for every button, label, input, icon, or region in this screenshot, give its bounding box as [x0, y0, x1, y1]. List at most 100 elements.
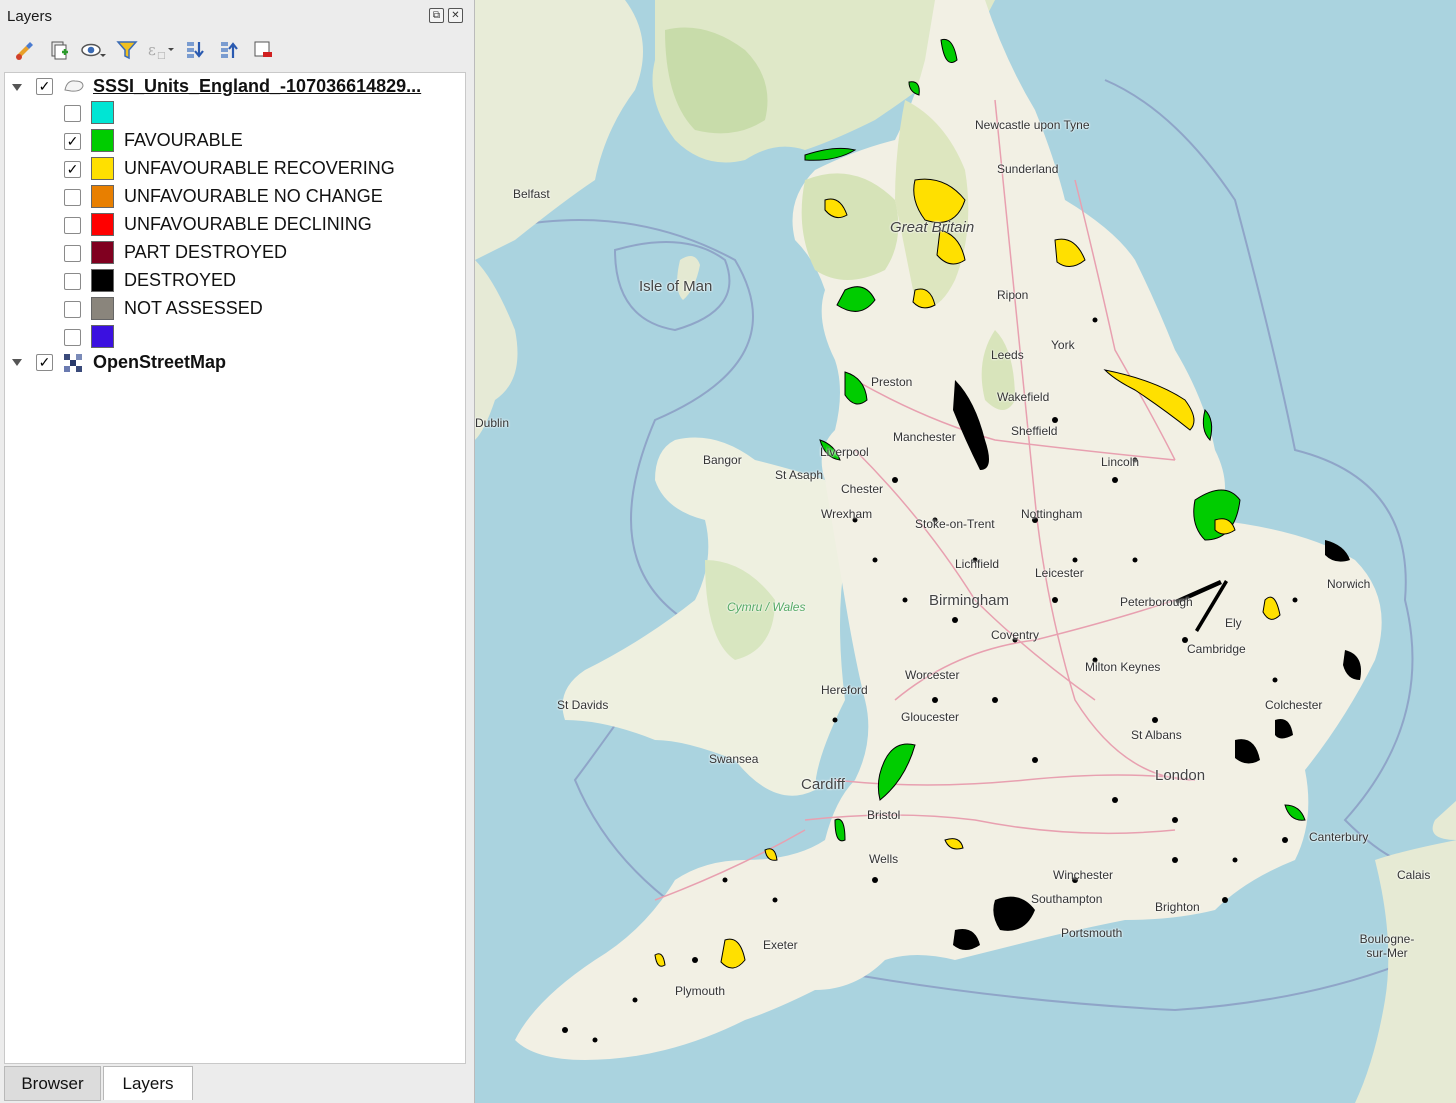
map-place-label: Sunderland — [997, 162, 1059, 176]
legend-swatch — [91, 325, 114, 348]
close-icon[interactable]: ✕ — [448, 8, 463, 23]
dock-tabs: Browser Layers — [0, 1064, 470, 1103]
map-place-label: Cymru / Wales — [727, 600, 806, 614]
layers-panel: Layers ⧉ ✕ ε □ ✓ SSSI_Units_England_-107… — [0, 0, 470, 1103]
layer-tree: ✓ SSSI_Units_England_-107036614829... ✓ … — [4, 72, 466, 1064]
map-place-label: Chester — [841, 482, 884, 496]
legend-label: DESTROYED — [124, 270, 237, 290]
remove-layer-icon[interactable] — [246, 36, 280, 64]
legend-checkbox[interactable] — [64, 105, 81, 122]
map-place-label: Coventry — [991, 628, 1040, 642]
legend-checkbox[interactable] — [64, 217, 81, 234]
map-place-label: Milton Keynes — [1085, 660, 1161, 674]
collapse-arrow-icon[interactable] — [12, 84, 22, 91]
map-place-label: Swansea — [709, 752, 759, 766]
legend-label: PART DESTROYED — [124, 242, 288, 262]
map-place-label: Cambridge — [1187, 642, 1246, 656]
legend-label: UNFAVOURABLE RECOVERING — [124, 158, 395, 178]
legend-checkbox[interactable] — [64, 329, 81, 346]
layers-toolbar: ε □ — [8, 36, 280, 64]
legend-checkbox[interactable] — [64, 245, 81, 262]
legend-label: UNFAVOURABLE NO CHANGE — [124, 186, 383, 206]
map-place-label: Nottingham — [1021, 507, 1083, 521]
map-place-label: Stoke-on-Trent — [915, 517, 995, 531]
filter-funnel-icon[interactable] — [110, 36, 144, 64]
legend-checkbox[interactable] — [64, 273, 81, 290]
map-place-label: Bangor — [703, 453, 742, 467]
map-place-label: Boulogne-sur-Mer — [1359, 932, 1415, 960]
legend-checkbox[interactable]: ✓ — [64, 161, 81, 178]
map-place-label: Manchester — [893, 430, 956, 444]
raster-layer-icon — [64, 354, 82, 377]
map-place-label: Birmingham — [929, 592, 1010, 609]
map-place-label: Newcastle upon Tyne — [975, 118, 1090, 132]
map-place-label: Wakefield — [997, 390, 1050, 404]
add-group-icon[interactable] — [42, 36, 76, 64]
legend-swatch — [91, 213, 114, 236]
map-place-label: Hereford — [821, 683, 868, 697]
layer-visibility-checkbox[interactable]: ✓ — [36, 354, 53, 371]
map-place-label: Belfast — [513, 187, 550, 201]
map-place-label: Winchester — [1053, 868, 1114, 882]
map-place-label: Southampton — [1031, 892, 1103, 906]
legend-checkbox[interactable] — [64, 301, 81, 318]
map-place-label: London — [1155, 767, 1206, 784]
tab-layers[interactable]: Layers — [103, 1066, 193, 1100]
legend-checkbox[interactable]: ✓ — [64, 133, 81, 150]
map-place-label: St Asaph — [775, 468, 824, 482]
map-place-label: Isle of Man — [639, 278, 713, 295]
legend-swatch — [91, 129, 114, 152]
panel-title: Layers — [7, 8, 53, 25]
map-place-label: Wrexham — [821, 507, 873, 521]
map-place-label: Peterborough — [1120, 595, 1193, 609]
float-icon[interactable]: ⧉ — [429, 8, 444, 23]
map-place-label: Norwich — [1327, 577, 1371, 591]
collapse-arrow-icon[interactable] — [12, 359, 22, 366]
legend-checkbox[interactable] — [64, 189, 81, 206]
map-place-label: Dublin — [475, 416, 510, 430]
layer-visibility-checkbox[interactable]: ✓ — [36, 78, 53, 95]
map-place-label: St Albans — [1131, 728, 1182, 742]
legend-swatch — [91, 185, 114, 208]
collapse-all-icon[interactable] — [212, 36, 246, 64]
map-place-label: Ely — [1225, 616, 1242, 630]
visibility-eye-icon[interactable] — [76, 36, 110, 64]
map-place-label: Portsmouth — [1061, 926, 1123, 940]
polygon-layer-icon — [63, 78, 85, 99]
map-place-label: Canterbury — [1309, 830, 1369, 844]
map-place-label: Exeter — [763, 938, 798, 952]
legend-swatch — [91, 157, 114, 180]
map-place-label: Ripon — [997, 288, 1029, 302]
legend-swatch — [91, 101, 114, 124]
legend-label: UNFAVOURABLE DECLINING — [124, 214, 372, 234]
map-place-label: Leeds — [991, 348, 1024, 362]
expression-filter-icon[interactable]: ε □ — [144, 36, 178, 64]
tab-browser[interactable]: Browser — [4, 1066, 101, 1101]
map-place-label: Liverpool — [820, 445, 869, 459]
legend-swatch — [91, 269, 114, 292]
map-place-label: Plymouth — [675, 984, 726, 998]
map-place-label: Preston — [871, 375, 913, 389]
svg-text:□: □ — [157, 51, 166, 61]
map-place-label: Worcester — [905, 668, 960, 682]
map-place-label: Gloucester — [901, 710, 960, 724]
map-svg — [475, 0, 1456, 1103]
map-place-label: Great Britain — [890, 219, 975, 236]
map-place-label: Lincoln — [1101, 455, 1140, 469]
map-place-label: St Davids — [557, 698, 609, 712]
map-place-label: Lichfield — [955, 557, 1000, 571]
map-place-label: Calais — [1397, 868, 1431, 882]
legend-swatch — [91, 297, 114, 320]
map-place-label: Bristol — [867, 808, 901, 822]
layer-name[interactable]: SSSI_Units_England_-107036614829... — [93, 76, 421, 97]
map-canvas[interactable]: Newcastle upon Tyne Sunderland Belfast I… — [474, 0, 1456, 1103]
map-place-label: Wells — [869, 852, 899, 866]
layer-name[interactable]: OpenStreetMap — [93, 352, 226, 373]
style-paint-icon[interactable] — [8, 36, 42, 64]
expand-all-icon[interactable] — [178, 36, 212, 64]
map-place-label: Leicester — [1035, 566, 1084, 580]
legend-swatch — [91, 241, 114, 264]
svg-text:ε: ε — [148, 41, 156, 59]
map-place-label: Brighton — [1155, 900, 1200, 914]
map-place-label: York — [1051, 338, 1075, 352]
